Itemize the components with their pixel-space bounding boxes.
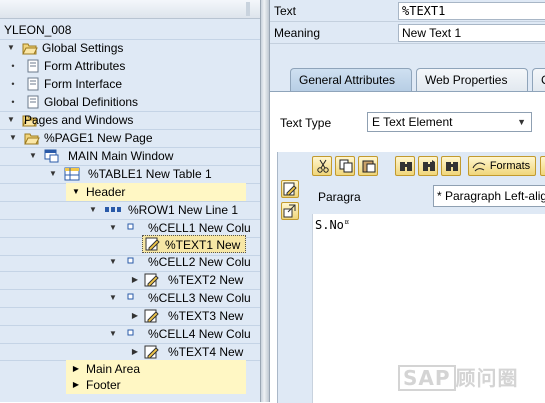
splitter[interactable]	[260, 0, 270, 402]
collapse-icon[interactable]: ▼	[6, 39, 16, 57]
collapse-icon[interactable]: ▼	[8, 129, 18, 147]
tree-item-text1[interactable]: %TEXT1 New	[142, 235, 246, 253]
text-label: Text	[274, 4, 297, 18]
text-edit-icon	[144, 271, 160, 289]
text-edit-icon	[144, 307, 160, 325]
tab-general-attributes[interactable]: General Attributes	[290, 68, 412, 92]
tree-item-table1[interactable]: %TABLE1 New Table 1	[88, 165, 212, 183]
tab-more[interactable]: C	[532, 68, 545, 92]
text-edit-icon	[143, 236, 165, 252]
text-field[interactable]: %TEXT1	[398, 2, 545, 20]
replace-icon	[446, 162, 458, 171]
text-type-label: Text Type	[280, 116, 332, 130]
expand-icon[interactable]: ▶	[130, 271, 140, 289]
row-icon	[104, 201, 121, 219]
paragraph-label: Paragra	[318, 190, 361, 204]
details-panel: Text %TEXT1 Meaning New Text 1 General A…	[270, 0, 545, 403]
collapse-icon[interactable]: ▼	[66, 183, 86, 201]
tree-item-cell4[interactable]: %CELL4 New Colu	[148, 325, 251, 343]
bullet-icon: •	[11, 97, 15, 107]
bullet-icon: •	[11, 61, 15, 71]
collapse-icon[interactable]: ▼	[88, 201, 98, 219]
bullet-icon: •	[11, 79, 15, 89]
tree-item-header[interactable]: ▼ Header	[66, 183, 246, 201]
form-icon	[26, 75, 42, 93]
tree-item-row1[interactable]: %ROW1 New Line 1	[128, 201, 238, 219]
cut-button[interactable]	[312, 156, 332, 176]
copy-button[interactable]	[335, 156, 355, 176]
cell-icon	[126, 289, 142, 307]
tree-item-global-settings[interactable]: Global Settings	[42, 39, 123, 57]
tree-item-text3[interactable]: %TEXT3 New	[168, 307, 243, 325]
edit-text-button[interactable]	[281, 180, 299, 198]
collapse-icon[interactable]: ▼	[108, 289, 118, 307]
paste-icon	[362, 160, 376, 173]
general-attributes-panel: Text Type E Text Element ▼ Formats Parag…	[270, 91, 545, 403]
text-edit-icon	[144, 343, 160, 361]
cell-icon	[126, 253, 142, 271]
replace-button[interactable]	[441, 156, 461, 176]
collapse-icon[interactable]: ▼	[108, 253, 118, 271]
meaning-row: Meaning New Text 1	[270, 22, 545, 44]
folder-open-icon	[22, 39, 38, 57]
text-row: Text %TEXT1	[270, 0, 545, 22]
navigation-tree: YLEON_008 ▼ Global Settings • Form Attri…	[0, 0, 260, 402]
meaning-label: Meaning	[274, 26, 321, 40]
tree-item-pages-windows[interactable]: Pages and Windows	[24, 111, 133, 129]
tab-web-properties[interactable]: Web Properties	[416, 68, 528, 92]
expand-icon[interactable]: ▶	[130, 307, 140, 325]
tree-item-form-interface[interactable]: Form Interface	[44, 75, 122, 93]
tree-item-text4[interactable]: %TEXT4 New	[168, 343, 243, 361]
paste-button[interactable]	[358, 156, 378, 176]
collapse-icon[interactable]: ▼	[6, 111, 16, 129]
cell-icon	[126, 325, 142, 343]
watermark-logo: SAP 顾问圈	[398, 362, 519, 391]
form-icon	[26, 93, 42, 111]
dropdown-arrow-icon: ▼	[517, 117, 526, 127]
copy-icon	[339, 159, 353, 173]
tree-item-global-definitions[interactable]: Global Definitions	[44, 93, 138, 111]
collapse-icon[interactable]: ▼	[108, 325, 118, 343]
tab-strip: General Attributes Web Properties C	[270, 62, 545, 92]
tree-item-footer[interactable]: ▶ Footer	[66, 376, 246, 394]
paragraph-mark-icon: ¤	[343, 218, 350, 228]
expand-icon[interactable]: ▶	[66, 376, 86, 394]
text-type-select[interactable]: E Text Element ▼	[367, 112, 532, 132]
formats-icon	[472, 162, 486, 172]
binoculars-next-icon	[423, 160, 435, 171]
tree-item-text2[interactable]: %TEXT2 New	[168, 271, 243, 289]
tree-item-cell3[interactable]: %CELL3 New Colu	[148, 289, 251, 307]
find-next-button[interactable]	[418, 156, 438, 176]
collapse-icon[interactable]: ▼	[28, 147, 38, 165]
scissors-icon	[317, 159, 329, 173]
resize-grip[interactable]	[246, 2, 250, 16]
folder-open-icon	[24, 129, 40, 147]
text-edit-icon	[283, 182, 297, 196]
window-icon	[44, 147, 60, 165]
formats-button[interactable]: Formats	[468, 156, 536, 176]
editor-text: S.No	[315, 218, 344, 232]
find-button[interactable]	[395, 156, 415, 176]
collapse-icon[interactable]: ▼	[48, 165, 58, 183]
tree-item-main-window[interactable]: MAIN Main Window	[68, 147, 173, 165]
paragraph-format-select[interactable]: * Paragraph Left-alig	[433, 185, 545, 207]
switch-editor-icon	[283, 204, 296, 218]
expand-icon[interactable]: ▶	[130, 343, 140, 361]
binoculars-icon	[400, 162, 412, 171]
collapse-icon[interactable]: ▼	[108, 219, 118, 237]
tree-item-form-attributes[interactable]: Form Attributes	[44, 57, 125, 75]
meaning-field[interactable]: New Text 1	[398, 24, 545, 42]
tree-item-cell2[interactable]: %CELL2 New Colu	[148, 253, 251, 271]
more-toolbar-button[interactable]	[540, 156, 545, 176]
table-icon	[64, 165, 80, 183]
cell-icon	[126, 219, 142, 237]
tree-item-page1[interactable]: %PAGE1 New Page	[44, 129, 153, 147]
form-icon	[26, 57, 42, 75]
tree-root[interactable]: YLEON_008	[4, 21, 71, 39]
tree-header-bar	[0, 0, 260, 19]
toggle-editor-button[interactable]	[281, 202, 299, 220]
